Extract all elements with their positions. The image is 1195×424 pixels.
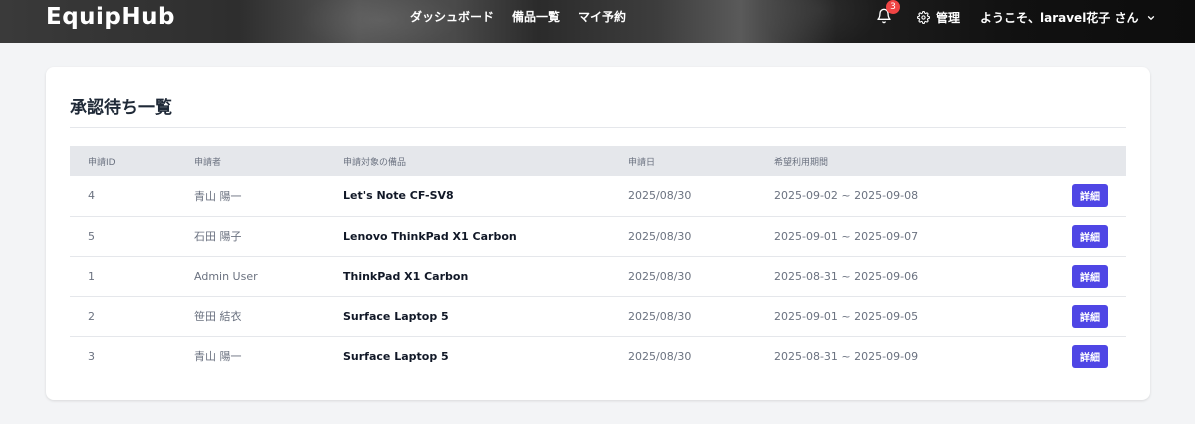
- app-logo[interactable]: EquipHub: [46, 4, 175, 30]
- cell-period: 2025-09-02 ~ 2025-09-08: [774, 189, 919, 203]
- table-header-row: 申請ID 申請者 申請対象の備品 申請日 希望利用期間: [70, 146, 1126, 176]
- nav-my-reservations[interactable]: マイ予約: [578, 8, 626, 25]
- cell-action: 詳細: [1036, 216, 1126, 256]
- table-row: 4 青山 陽一 Let's Note CF-SV8 2025/08/30 202…: [70, 176, 1126, 216]
- cell-date: 2025/08/30: [628, 309, 692, 323]
- cell-id: 4: [88, 189, 95, 203]
- cell-id: 2: [88, 309, 95, 323]
- main-nav: ダッシュボード 備品一覧 マイ予約: [410, 0, 626, 33]
- cell-id: 5: [88, 229, 95, 243]
- detail-button[interactable]: 詳細: [1072, 344, 1108, 368]
- column-header-action: [1036, 146, 1126, 176]
- cell-id: 3: [88, 349, 95, 363]
- page-title: 承認待ち一覧: [70, 98, 172, 118]
- cell-applicant: 石田 陽子: [194, 230, 242, 243]
- cell-period: 2025-08-31 ~ 2025-09-09: [774, 349, 919, 363]
- cell-applicant: 青山 陽一: [194, 189, 242, 203]
- chevron-down-icon: [1148, 15, 1155, 20]
- divider: [70, 127, 1126, 128]
- cell-period: 2025-08-31 ~ 2025-09-06: [774, 269, 919, 283]
- column-header-id: 申請ID: [88, 157, 116, 168]
- table-row: 5 石田 陽子 Lenovo ThinkPad X1 Carbon 2025/0…: [70, 216, 1126, 256]
- user-menu[interactable]: ようこそ、laravel花子 さん: [980, 9, 1156, 26]
- cell-date: 2025/08/30: [628, 349, 692, 363]
- pending-approvals-card: 承認待ち一覧 申請ID 申請者 申請対象の備品 申請日 希望利用期間 4 青山 …: [46, 67, 1150, 400]
- column-header-item: 申請対象の備品: [343, 157, 407, 168]
- cell-action: 詳細: [1036, 176, 1126, 216]
- gear-icon: [917, 11, 930, 24]
- cell-applicant: Admin User: [194, 269, 258, 283]
- cell-item: ThinkPad X1 Carbon: [343, 269, 469, 283]
- cell-applicant: 青山 陽一: [194, 350, 242, 364]
- admin-menu[interactable]: 管理: [917, 9, 960, 26]
- pending-approvals-table: 申請ID 申請者 申請対象の備品 申請日 希望利用期間 4 青山 陽一 Let'…: [70, 146, 1126, 376]
- detail-button[interactable]: 詳細: [1072, 264, 1108, 288]
- cell-action: 詳細: [1036, 336, 1126, 376]
- detail-button[interactable]: 詳細: [1072, 184, 1108, 208]
- admin-label: 管理: [936, 11, 961, 25]
- cell-item: Lenovo ThinkPad X1 Carbon: [343, 229, 517, 243]
- cell-item: Surface Laptop 5: [343, 309, 449, 323]
- table-row: 2 笹田 結衣 Surface Laptop 5 2025/08/30 2025…: [70, 296, 1126, 336]
- cell-date: 2025/08/30: [628, 229, 692, 243]
- cell-id: 1: [88, 269, 95, 283]
- notification-count-badge: 3: [886, 0, 900, 14]
- nav-dashboard[interactable]: ダッシュボード: [410, 8, 494, 25]
- user-greeting: ようこそ、laravel花子 さん: [980, 11, 1139, 25]
- cell-applicant: 笹田 結衣: [194, 310, 242, 323]
- cell-item: Let's Note CF-SV8: [343, 189, 454, 203]
- detail-button[interactable]: 詳細: [1072, 304, 1108, 328]
- cell-item: Surface Laptop 5: [343, 349, 449, 363]
- cell-action: 詳細: [1036, 296, 1126, 336]
- detail-button[interactable]: 詳細: [1072, 224, 1108, 248]
- top-nav-bar: EquipHub ダッシュボード 備品一覧 マイ予約 3 管理 ようこそ、lar…: [0, 0, 1195, 43]
- cell-action: 詳細: [1036, 256, 1126, 296]
- table-row: 3 青山 陽一 Surface Laptop 5 2025/08/30 2025…: [70, 336, 1126, 376]
- table-row: 1 Admin User ThinkPad X1 Carbon 2025/08/…: [70, 256, 1126, 296]
- cell-period: 2025-09-01 ~ 2025-09-07: [774, 229, 919, 243]
- cell-date: 2025/08/30: [628, 269, 692, 283]
- column-header-applicant: 申請者: [194, 157, 222, 168]
- column-header-period: 希望利用期間: [774, 157, 829, 168]
- cell-date: 2025/08/30: [628, 189, 692, 203]
- cell-period: 2025-09-01 ~ 2025-09-05: [774, 309, 919, 323]
- nav-equipment-list[interactable]: 備品一覧: [512, 8, 560, 25]
- column-header-date: 申請日: [628, 157, 656, 168]
